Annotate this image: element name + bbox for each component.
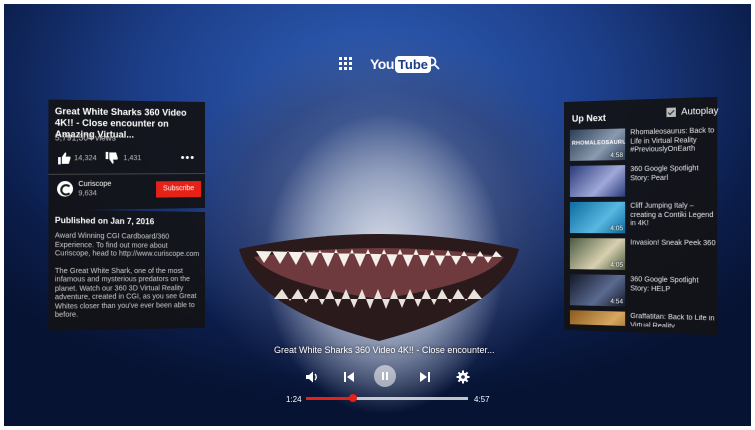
up-next-item[interactable]: 4:05 Invasion! Sneak Peek 360	[569, 238, 716, 272]
progress-bar[interactable]	[306, 394, 468, 402]
top-navigation: You Tube	[334, 52, 444, 76]
video-thumbnail: 4:54	[569, 274, 626, 307]
thumbs-up-icon[interactable]	[58, 152, 71, 165]
description-paragraph: The Great White Shark, one of the most i…	[54, 267, 197, 320]
apps-grid-icon[interactable]	[339, 57, 353, 71]
up-next-title: Graffatitan: Back to Life in Virtual Rea…	[630, 312, 715, 329]
skip-previous-icon[interactable]	[341, 369, 357, 385]
search-icon[interactable]	[426, 56, 440, 70]
channel-name[interactable]: Curiscope	[78, 181, 111, 189]
now-playing-title: Great White Sharks 360 Video 4K!! - Clos…	[274, 345, 495, 355]
video-duration-badge: 4:05	[610, 225, 624, 233]
up-next-heading: Up Next	[571, 112, 606, 124]
published-date: Published on Jan 7, 2016	[54, 215, 155, 227]
video-duration-badge: 4:54	[610, 298, 624, 306]
pause-icon	[382, 372, 388, 380]
rating-actions: 14,324 1,431 •••	[55, 151, 199, 167]
subscribe-button[interactable]: Subscribe	[156, 181, 202, 198]
dislike-count: 1,431	[123, 155, 142, 163]
video-duration: 4:57	[474, 395, 490, 404]
up-next-item[interactable]: 4:05 Cliff Jumping Italy – creating a Con…	[569, 201, 714, 234]
up-next-item[interactable]: Graffatitan: Back to Life in Virtual Rea…	[569, 310, 715, 329]
video-info-panel: Great White Sharks 360 Video 4K!! - Clos…	[48, 99, 205, 211]
progress-scrubber[interactable]	[348, 394, 357, 402]
progress-fill	[306, 397, 353, 400]
more-horizontal-icon[interactable]: •••	[181, 152, 195, 164]
youtube-logo[interactable]: You Tube	[370, 54, 431, 74]
skip-next-icon[interactable]	[417, 369, 433, 385]
video-thumbnail: 4:05	[569, 201, 626, 234]
up-next-title: 360 Google Spotlight Story: Pearl	[630, 165, 699, 182]
up-next-title: Invasion! Sneak Peek 360	[630, 239, 716, 248]
up-next-title: 360 Google Spotlight Story: HELP	[630, 276, 699, 293]
up-next-item[interactable]: RHOMALEOSAURUS 4:58 Rhomaleosaurus: Back t…	[569, 126, 715, 162]
pause-button[interactable]	[374, 365, 396, 387]
shark-jaw-illustration	[239, 234, 519, 341]
like-count: 14,324	[74, 155, 97, 163]
description-text: Award Winning CGI Cardboard/360 Experien…	[55, 232, 201, 320]
view-count: 5,791,304 views	[54, 133, 116, 143]
up-next-title: Cliff Jumping Italy – creating a Contiki…	[630, 202, 714, 228]
video-thumbnail	[569, 165, 626, 197]
gear-icon[interactable]	[455, 369, 471, 385]
up-next-panel: Up Next Autoplay RHOMALEOSAURUS 4:58 Rhoma…	[564, 96, 719, 336]
video-thumbnail	[569, 310, 626, 329]
up-next-title: Rhomaleosaurus: Back to Life in Virtual …	[630, 127, 715, 154]
thumbnail-text: RHOMALEOSAURUS	[571, 139, 626, 147]
up-next-item[interactable]: 360 Google Spotlight Story: Pearl	[569, 164, 714, 198]
volume-icon[interactable]	[304, 369, 320, 385]
up-next-item[interactable]: 4:54 360 Google Spotlight Story: HELP	[569, 274, 714, 310]
logo-you-text: You	[370, 56, 394, 72]
description-panel: Published on Jan 7, 2016 Award Winning C…	[48, 209, 205, 331]
up-next-list: RHOMALEOSAURUS 4:58 Rhomaleosaurus: Back t…	[564, 97, 717, 329]
channel-subscriber-count: 9,634	[78, 190, 97, 198]
thumbs-down-icon[interactable]	[105, 151, 118, 164]
description-paragraph: Award Winning CGI Cardboard/360 Experien…	[54, 232, 200, 258]
vr-video-viewport[interactable]: You Tube Great White Sharks 360 Video 4K…	[4, 4, 751, 426]
video-thumbnail: 4:05	[569, 238, 626, 270]
autoplay-checkbox[interactable]	[666, 107, 676, 118]
video-thumbnail: RHOMALEOSAURUS 4:58	[569, 128, 626, 161]
channel-avatar[interactable]	[57, 180, 74, 197]
divider	[48, 173, 205, 175]
current-time: 1:24	[286, 395, 302, 404]
video-duration-badge: 4:58	[610, 151, 624, 160]
video-duration-badge: 4:05	[610, 261, 624, 269]
autoplay-label: Autoplay	[681, 105, 719, 117]
